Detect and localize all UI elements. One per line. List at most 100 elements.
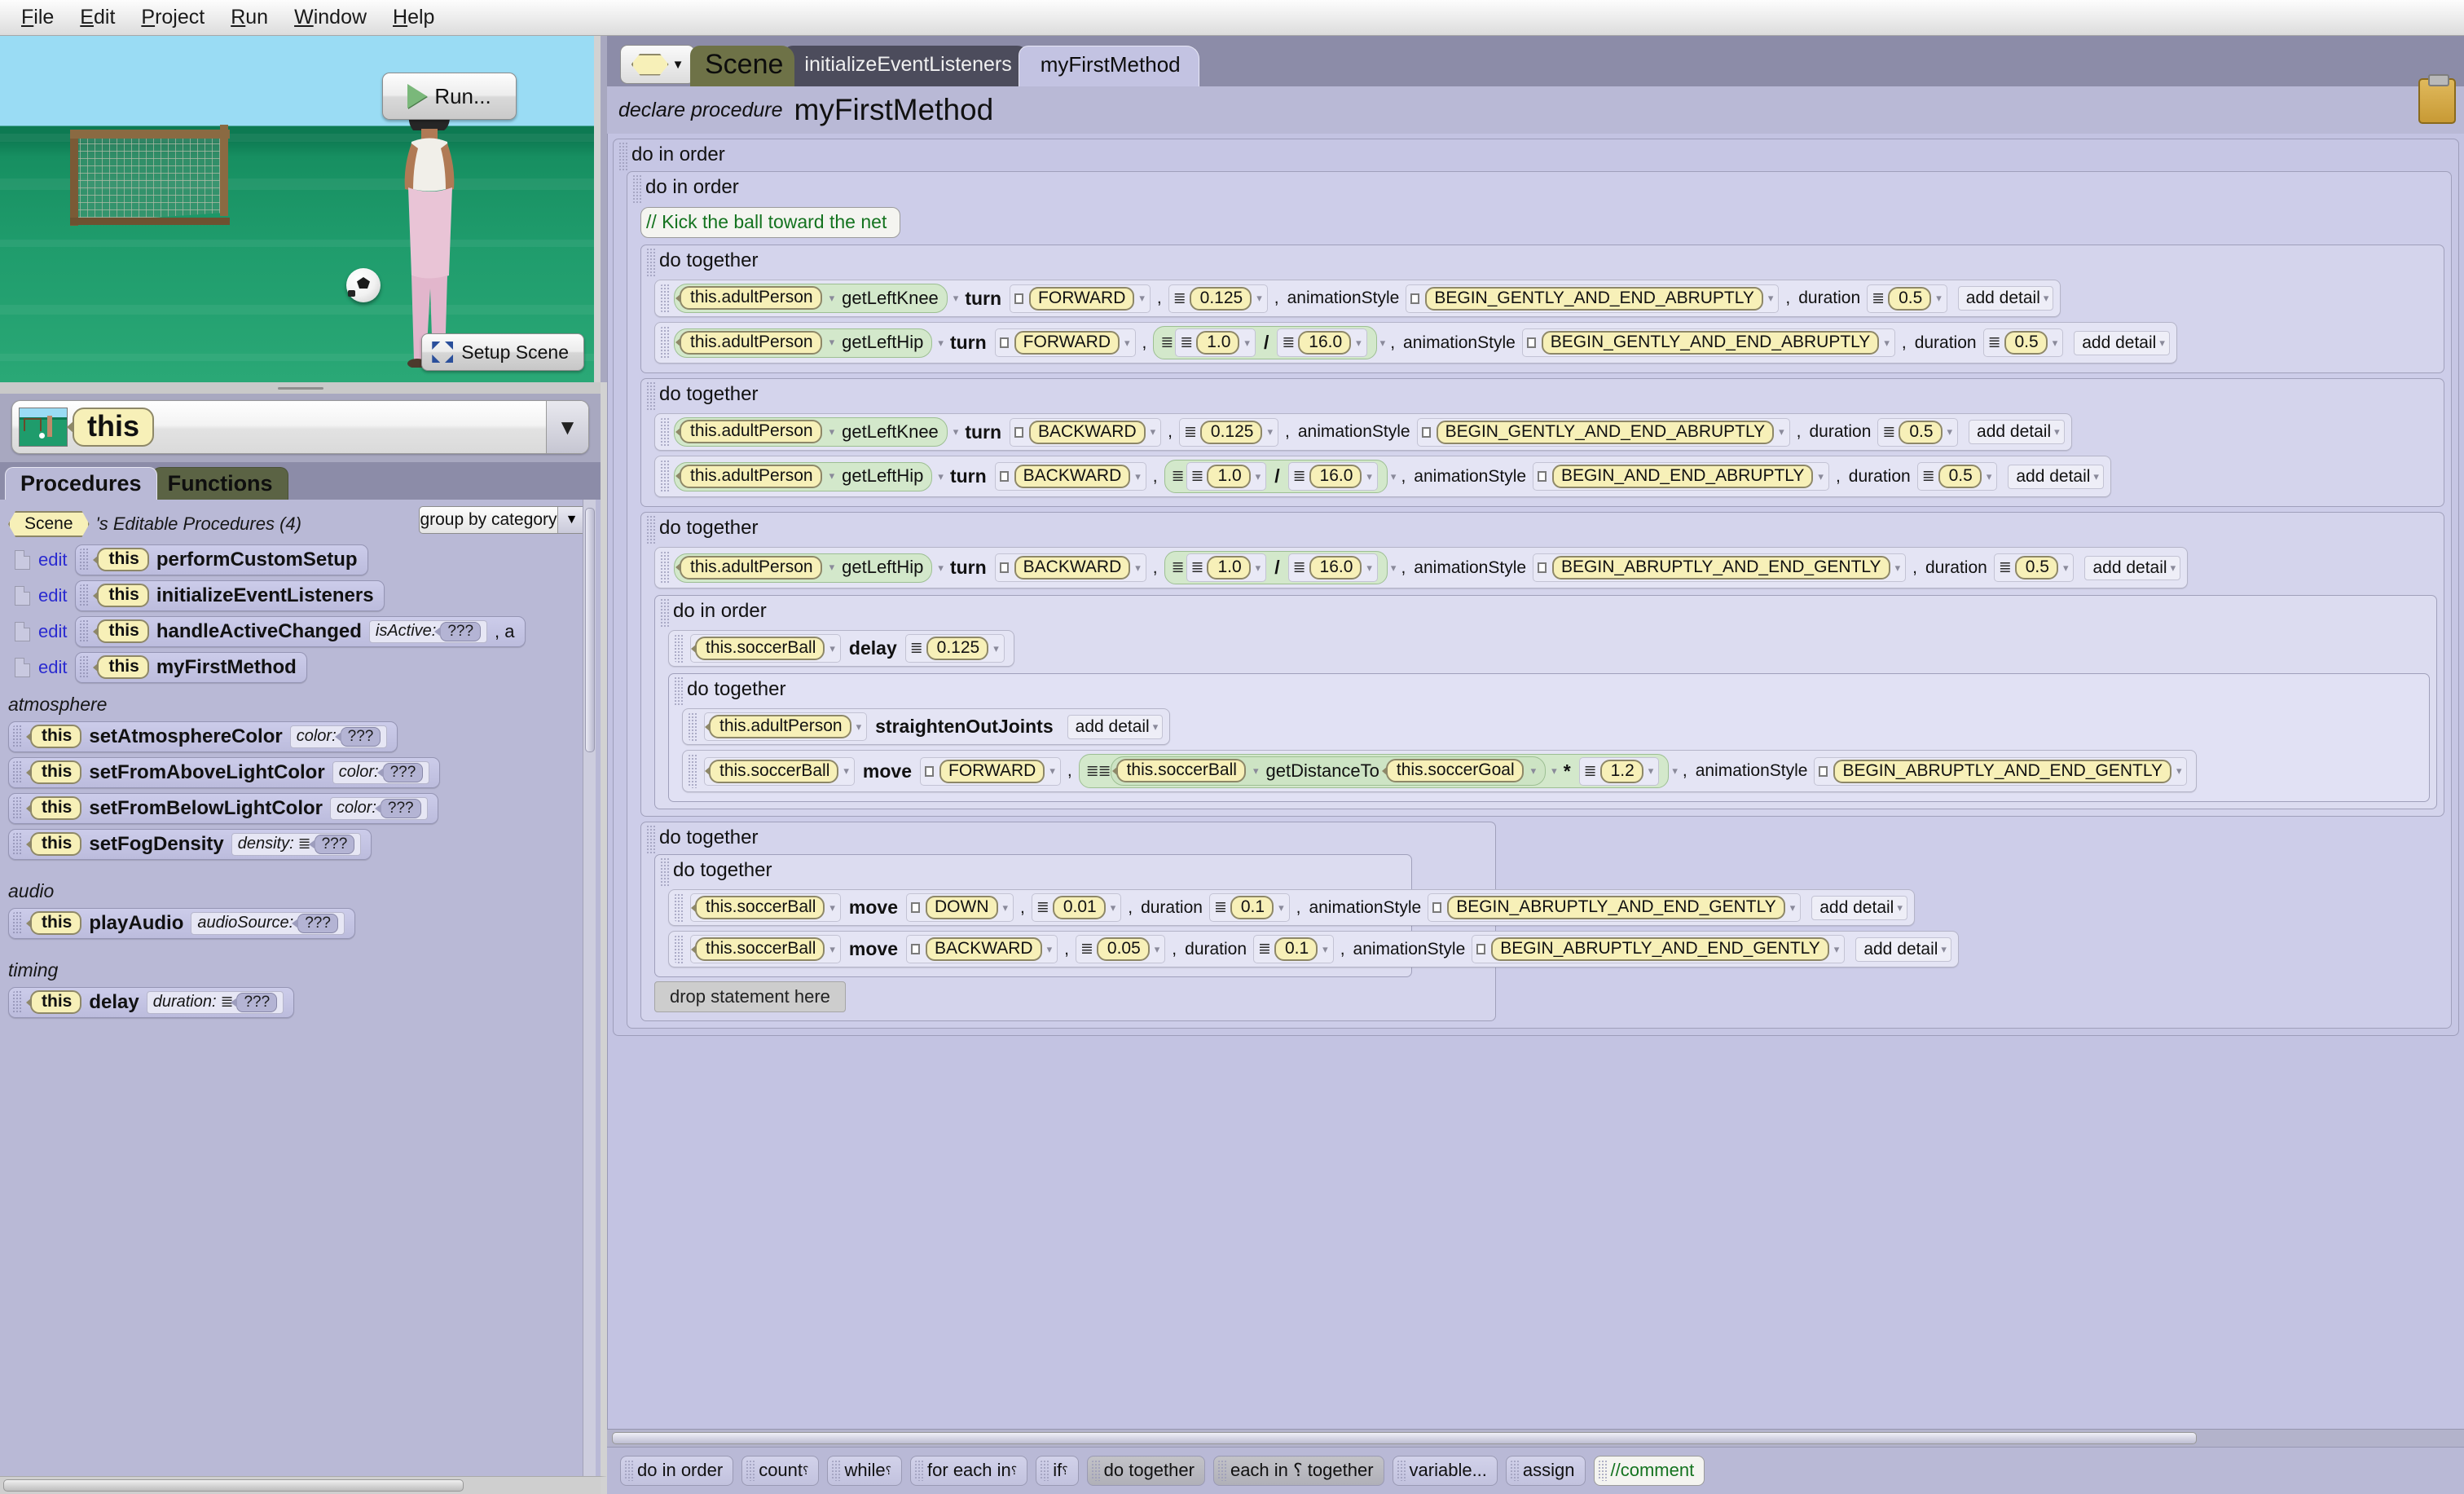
duration-chip[interactable]: ≣ 0.1 ▾ bbox=[1253, 935, 1334, 963]
target-chip[interactable]: this.soccerBall ▾ bbox=[704, 756, 855, 786]
menu-window[interactable]: Window bbox=[283, 3, 378, 32]
procedure-row[interactable]: edit this myFirstMethod bbox=[0, 650, 601, 685]
palette-while[interactable]: while ⸮ bbox=[827, 1456, 903, 1486]
chevron-down-icon[interactable]: ▾ bbox=[993, 642, 999, 655]
duration-chip[interactable]: ≣ 0.125 ▾ bbox=[904, 634, 1005, 663]
procedure-tile[interactable]: this setFromAboveLightColor color: ??? bbox=[8, 757, 441, 788]
do-in-order-block[interactable]: do in order // Kick the ball toward the … bbox=[627, 171, 2452, 1029]
duration-chip[interactable]: ≣ 0.5 ▾ bbox=[1982, 328, 2064, 357]
menu-edit[interactable]: Edit bbox=[68, 3, 126, 32]
palette-for-each-in[interactable]: for each in ⸮ bbox=[910, 1456, 1028, 1486]
scrollbar-thumb[interactable] bbox=[3, 1479, 464, 1492]
denominator-chip[interactable]: ≣ 16.0 ▾ bbox=[1287, 553, 1378, 582]
joint-expression[interactable]: this.adultPerson ▾ getLeftHip bbox=[674, 553, 933, 583]
chevron-down-icon[interactable]: ▾ bbox=[2053, 337, 2058, 350]
scene-preview[interactable]: Run... Setup Scene bbox=[0, 36, 601, 382]
distance-expression[interactable]: ≣ ≣ this.soccerBall ▾ getDistanceTo this… bbox=[1078, 754, 1670, 788]
palette-do-in-order[interactable]: do in order bbox=[620, 1456, 734, 1486]
chevron-down-icon[interactable]: ▾ bbox=[1356, 337, 1362, 350]
this-selector[interactable]: this ▼ bbox=[11, 400, 589, 454]
chevron-down-icon[interactable]: ▾ bbox=[1551, 765, 1557, 778]
chevron-down-icon[interactable]: ▾ bbox=[1790, 901, 1796, 914]
chevron-down-icon[interactable]: ▾ bbox=[829, 469, 835, 483]
chevron-down-icon[interactable]: ▾ bbox=[829, 561, 835, 574]
procedure-tile[interactable]: this setFromBelowLightColor color: ??? bbox=[8, 793, 438, 824]
palette-comment[interactable]: //comment bbox=[1593, 1456, 1705, 1486]
chevron-down-icon[interactable]: ▾ bbox=[856, 721, 862, 734]
duration-chip[interactable]: ≣ 0.1 ▾ bbox=[1208, 893, 1290, 922]
chevron-down-icon[interactable]: ▾ bbox=[1768, 292, 1774, 305]
setup-scene-button[interactable]: Setup Scene bbox=[421, 333, 584, 371]
target-chip[interactable]: this.adultPerson ▾ bbox=[704, 712, 868, 741]
code-canvas[interactable]: do in order do in order // Kick the ball… bbox=[607, 134, 2464, 1429]
group-by-category-dropdown[interactable]: group by category ▼ bbox=[419, 506, 586, 534]
chevron-down-icon[interactable]: ▾ bbox=[829, 292, 835, 305]
palette-variable[interactable]: variable... bbox=[1392, 1456, 1498, 1486]
chevron-down-icon[interactable]: ▾ bbox=[1256, 562, 1261, 575]
add-detail-button[interactable]: add detail ▾ bbox=[2074, 330, 2170, 355]
run-button[interactable]: Run... bbox=[382, 73, 517, 120]
parameter-box[interactable]: density: ≣ ??? bbox=[231, 832, 362, 856]
menu-project[interactable]: Project bbox=[130, 3, 216, 32]
chevron-down-icon[interactable]: ▾ bbox=[1049, 765, 1055, 778]
menu-file[interactable]: File bbox=[10, 3, 65, 32]
comment-statement[interactable]: // Kick the ball toward the net bbox=[640, 207, 901, 238]
chevron-down-icon[interactable]: ▾ bbox=[1139, 292, 1145, 305]
chevron-down-icon[interactable]: ▾ bbox=[2063, 562, 2069, 575]
turn-statement[interactable]: this.adultPerson ▾ getLeftKnee ▾ turn bbox=[654, 413, 2072, 451]
tab-initializeEventListeners[interactable]: initializeEventListeners bbox=[783, 46, 1030, 86]
turn-statement[interactable]: this.adultPerson ▾ getLeftKnee ▾ turn bbox=[654, 280, 2061, 317]
chevron-down-icon[interactable]: ▾ bbox=[953, 292, 959, 305]
numerator-chip[interactable]: ≣ 1.0 ▾ bbox=[1186, 462, 1267, 491]
joint-expression[interactable]: this.adultPerson ▾ getLeftHip bbox=[674, 328, 933, 358]
procedure-tile[interactable]: this handleActiveChanged isActive: ??? ,… bbox=[75, 616, 526, 647]
chevron-down-icon[interactable]: ▾ bbox=[1151, 425, 1156, 439]
do-together-block[interactable]: do together this.adultPerson ▾ getLeftHi… bbox=[640, 512, 2444, 817]
direction-chip[interactable]: FORWARD ▾ bbox=[1010, 284, 1151, 313]
numerator-chip[interactable]: ≣ 1.0 ▾ bbox=[1186, 553, 1267, 582]
delay-statement[interactable]: this.soccerBall ▾ delay ≣ 0.125 ▾ bbox=[668, 630, 1014, 667]
joint-expression[interactable]: this.adultPerson ▾ getLeftKnee bbox=[674, 284, 948, 313]
palette-assign[interactable]: assign bbox=[1505, 1456, 1586, 1486]
edit-link[interactable]: edit bbox=[38, 621, 67, 642]
procedure-tile[interactable]: this performCustomSetup bbox=[75, 544, 368, 575]
do-together-block[interactable]: do together do together this.soccerBall … bbox=[640, 822, 1959, 1021]
chevron-down-icon[interactable]: ▾ bbox=[1391, 470, 1397, 483]
joint-expression[interactable]: this.adultPerson ▾ getLeftKnee bbox=[674, 417, 948, 447]
numerator-chip[interactable]: ≣ 1.0 ▾ bbox=[1175, 328, 1256, 357]
chevron-down-icon[interactable]: ▾ bbox=[2176, 765, 2182, 778]
chevron-down-icon[interactable]: ▾ bbox=[1987, 470, 1992, 483]
add-detail-button[interactable]: add detail ▾ bbox=[2008, 464, 2104, 489]
straighten-joints-statement[interactable]: this.adultPerson ▾ straightenOutJoints a… bbox=[682, 708, 1171, 745]
do-together-block[interactable]: do together this.soccerBall ▾ move DOWN … bbox=[654, 854, 1959, 977]
parameter-box[interactable]: color: ??? bbox=[332, 760, 430, 784]
chevron-down-icon[interactable]: ▾ bbox=[829, 425, 835, 439]
direction-chip[interactable]: BACKWARD ▾ bbox=[994, 462, 1146, 491]
procedure-row[interactable]: edit this initializeEventListeners bbox=[0, 578, 601, 614]
parameter-box[interactable]: audioSource: ??? bbox=[191, 911, 345, 935]
add-detail-button[interactable]: add detail ▾ bbox=[1957, 286, 2054, 311]
direction-chip[interactable]: BACKWARD ▾ bbox=[906, 935, 1058, 963]
procedure-tile[interactable]: this playAudio audioSource: ??? bbox=[8, 908, 355, 939]
denominator-chip[interactable]: ≣ 16.0 ▾ bbox=[1287, 462, 1378, 491]
direction-chip[interactable]: BACKWARD ▾ bbox=[994, 553, 1146, 582]
procedure-tile[interactable]: this myFirstMethod bbox=[75, 652, 307, 683]
animation-style-chip[interactable]: BEGIN_GENTLY_AND_END_ABRUPTLY ▾ bbox=[1406, 284, 1780, 313]
animation-style-chip[interactable]: BEGIN_GENTLY_AND_END_ABRUPTLY ▾ bbox=[1521, 328, 1895, 357]
chevron-down-icon[interactable]: ▾ bbox=[829, 901, 835, 914]
tab-myFirstMethod[interactable]: myFirstMethod bbox=[1018, 46, 1199, 86]
procedure-tile[interactable]: this delay duration: ≣ ??? bbox=[8, 987, 295, 1018]
chevron-down-icon[interactable]: ▾ bbox=[1244, 337, 1250, 350]
menu-help[interactable]: Help bbox=[381, 3, 446, 32]
chevron-down-icon[interactable]: ▾ bbox=[1003, 901, 1009, 914]
animation-style-chip[interactable]: BEGIN_ABRUPTLY_AND_END_GENTLY ▾ bbox=[1472, 935, 1846, 963]
direction-chip[interactable]: BACKWARD ▾ bbox=[1010, 417, 1162, 447]
chevron-down-icon[interactable]: ▾ bbox=[938, 562, 944, 575]
procedures-scrollbar[interactable] bbox=[583, 500, 596, 1476]
chevron-down-icon[interactable]: ▾ bbox=[1124, 337, 1130, 350]
multiplier-chip[interactable]: ≣ 1.2 ▾ bbox=[1578, 756, 1660, 786]
chevron-down-icon[interactable]: ▾ bbox=[1267, 425, 1273, 439]
turn-statement[interactable]: this.adultPerson ▾ getLeftHip ▾ turn bbox=[654, 322, 2177, 364]
procedure-row[interactable]: edit this performCustomSetup bbox=[0, 542, 601, 578]
duration-chip[interactable]: ≣ 0.5 ▾ bbox=[1993, 553, 2075, 582]
